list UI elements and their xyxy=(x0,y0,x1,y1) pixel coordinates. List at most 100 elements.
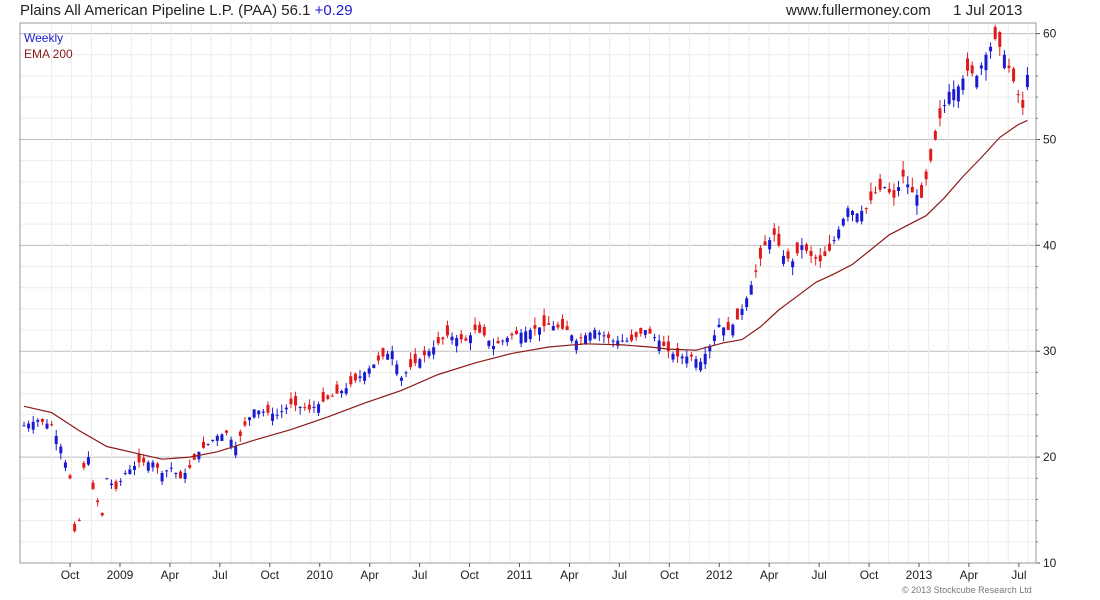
candle-body xyxy=(791,261,795,268)
candle-body xyxy=(574,340,578,351)
candle-body xyxy=(344,388,348,394)
candle-body xyxy=(298,406,302,408)
candle-body xyxy=(910,186,914,193)
candle-body xyxy=(225,430,229,433)
candle-body xyxy=(1007,65,1011,68)
candle-body xyxy=(611,340,615,342)
candle-body xyxy=(68,475,72,479)
candle-body xyxy=(855,213,859,222)
candle-body xyxy=(326,395,330,399)
candle-body xyxy=(386,353,390,360)
candle-body xyxy=(459,334,463,340)
candle-body xyxy=(818,255,822,262)
candle-body xyxy=(570,335,574,341)
x-tick-label: Oct xyxy=(260,568,279,582)
candle-body xyxy=(832,240,836,242)
candle-body xyxy=(795,242,799,254)
candle-body xyxy=(850,210,854,216)
candle-body xyxy=(703,353,707,365)
candle-body xyxy=(630,334,634,341)
candle-body xyxy=(82,463,86,468)
candle-body xyxy=(620,340,624,342)
candle-body xyxy=(712,335,716,341)
candle-body xyxy=(1012,68,1016,82)
x-tick-label: Jul xyxy=(811,568,826,582)
candle-body xyxy=(556,324,560,328)
candle-body xyxy=(781,255,785,264)
candle-body xyxy=(533,325,537,329)
plot-frame xyxy=(19,22,1037,564)
x-tick-label: Apr xyxy=(161,568,180,582)
candle-body xyxy=(174,473,178,474)
x-tick-label: Jul xyxy=(212,568,227,582)
candle-body xyxy=(372,364,376,368)
candle-body xyxy=(666,341,670,352)
candle-body xyxy=(284,407,288,410)
candle-body xyxy=(229,439,233,447)
candle-body xyxy=(151,462,155,468)
candle-body xyxy=(436,337,440,344)
candle-body xyxy=(966,58,970,71)
candle-body xyxy=(501,340,505,342)
candle-body xyxy=(31,421,35,430)
candle-body xyxy=(643,330,647,335)
candle-body xyxy=(602,335,606,337)
candle-body xyxy=(353,373,357,381)
candle-body xyxy=(202,441,206,448)
candle-body xyxy=(740,308,744,316)
candle-body xyxy=(864,208,868,210)
y-tick-label: 30 xyxy=(1043,344,1057,358)
x-tick-label: Jul xyxy=(612,568,627,582)
candle-body xyxy=(528,330,532,340)
candle-body xyxy=(588,332,592,341)
x-tick-label: Apr xyxy=(560,568,579,582)
candle-body xyxy=(376,355,380,361)
candle-body xyxy=(758,247,762,259)
candle-body xyxy=(427,351,431,356)
candle-body xyxy=(860,210,864,222)
candle-body xyxy=(215,435,219,441)
candle-body xyxy=(367,368,371,374)
candle-body xyxy=(671,353,675,360)
candle-body xyxy=(36,420,40,422)
candle-body xyxy=(841,218,845,226)
candle-body xyxy=(800,245,804,250)
candle-body xyxy=(998,32,1002,47)
candle-body xyxy=(271,413,275,421)
x-tick-label: 2013 xyxy=(906,568,933,582)
candle-body xyxy=(294,396,298,406)
candle-body xyxy=(257,410,261,415)
candle-body xyxy=(478,324,482,333)
candle-body xyxy=(432,347,436,355)
candle-body xyxy=(979,65,983,69)
candle-body xyxy=(1016,94,1020,96)
candle-body xyxy=(45,423,49,429)
candle-body xyxy=(349,376,353,385)
candle-body xyxy=(952,89,956,101)
candle-body xyxy=(938,108,942,119)
candle-body xyxy=(390,351,394,360)
candle-body xyxy=(496,340,500,344)
x-tick-label: Jul xyxy=(1011,568,1026,582)
candle-body xyxy=(50,424,54,426)
legend-ema-200: EMA 200 xyxy=(24,47,73,61)
candle-body xyxy=(73,523,77,532)
candle-body xyxy=(418,359,422,368)
candle-body xyxy=(109,483,113,486)
candle-body xyxy=(823,251,827,256)
candle-body xyxy=(395,364,399,375)
candle-body xyxy=(86,457,90,465)
candle-body xyxy=(487,340,491,347)
candle-body xyxy=(441,337,445,340)
y-axis: 10 20 30 40 50 60 xyxy=(1036,27,1057,570)
candle-body xyxy=(763,241,767,246)
candle-body xyxy=(874,192,878,194)
candle-body xyxy=(128,469,132,474)
candle-body xyxy=(289,398,293,405)
x-tick-label: 2012 xyxy=(706,568,733,582)
candle-body xyxy=(514,330,518,335)
candle-body xyxy=(363,372,367,381)
stock-chart: 102030405060 Oct 2009 Apr Jul Oct 2010 Apr Jul O… xyxy=(19,22,1057,582)
chart-grid xyxy=(20,23,1036,564)
legend-weekly: Weekly xyxy=(24,31,63,45)
